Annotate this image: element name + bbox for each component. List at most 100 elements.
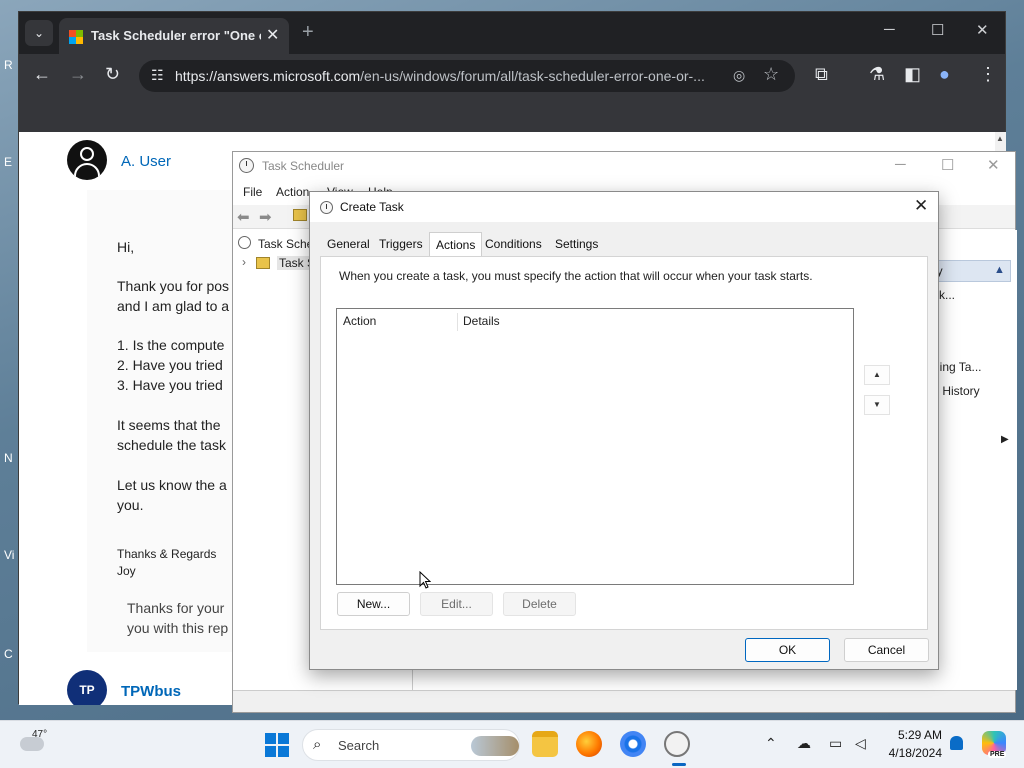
desktop-icon-label[interactable]: N (4, 451, 13, 465)
file-explorer-icon[interactable] (532, 731, 558, 757)
clock-icon (238, 236, 251, 249)
tab-conditions[interactable]: Conditions (485, 237, 542, 251)
avatar[interactable] (67, 140, 107, 180)
forward-arrow-icon[interactable]: ➡ (259, 208, 272, 226)
tab-search-button[interactable]: ⌄ (25, 20, 53, 46)
post-text: Joy (117, 564, 136, 578)
actions-instructions: When you create a task, you must specify… (339, 269, 813, 283)
post-text: Hi, (117, 239, 135, 255)
menu-action[interactable]: Action (276, 185, 309, 199)
task-scheduler-title: Task Scheduler (262, 159, 345, 173)
post-text: 1. Is the compute (117, 337, 225, 353)
tracking-blocked-icon[interactable]: ◎ (733, 67, 745, 84)
firefox-icon[interactable] (576, 731, 602, 757)
weather-temperature[interactable]: 47° (32, 729, 47, 740)
desktop-icon-label[interactable]: R (4, 58, 13, 72)
status-bar (233, 690, 1015, 712)
new-action-button[interactable]: New... (337, 592, 410, 616)
tab-title: Task Scheduler error "One or m (91, 28, 261, 43)
post-text: Let us know the a (117, 477, 227, 493)
desktop-icon-label[interactable]: C (4, 647, 13, 661)
extensions-icon[interactable]: ⧉ (815, 64, 828, 85)
scroll-up-icon[interactable]: ▲ (996, 134, 1004, 143)
back-arrow-icon[interactable]: ⬅ (237, 208, 250, 226)
quote-text: Thanks for your (127, 600, 225, 616)
collapse-caret-icon[interactable]: ▲ (994, 264, 1005, 276)
minimize-button[interactable]: ─ (895, 156, 906, 173)
move-up-button[interactable]: ▲ (864, 365, 890, 385)
maximize-button[interactable]: ☐ (941, 156, 954, 174)
post-text: It seems that the (117, 417, 221, 433)
expand-chevron-icon[interactable]: › (242, 255, 246, 269)
address-bar[interactable]: ☷ https://answers.microsoft.com/en-us/wi… (139, 60, 795, 92)
maximize-button[interactable]: ☐ (931, 21, 944, 39)
actions-tab-panel: When you create a task, you must specify… (320, 256, 928, 630)
browser-tab[interactable]: Task Scheduler error "One or m ✕ (59, 18, 289, 54)
chrome-icon[interactable] (620, 731, 646, 757)
task-scheduler-titlebar[interactable]: Task Scheduler ─ ☐ ✕ (233, 152, 1015, 180)
close-button[interactable]: ✕ (976, 21, 989, 39)
back-button[interactable]: ← (33, 64, 51, 85)
submenu-arrow-icon[interactable]: ▶ (1001, 434, 1009, 445)
forward-button[interactable]: → (69, 64, 87, 85)
author-name[interactable]: A. User (121, 153, 171, 170)
url-text[interactable]: https://answers.microsoft.com/en-us/wind… (175, 68, 735, 84)
reload-button[interactable]: ↻ (105, 64, 120, 85)
move-down-button[interactable]: ▼ (864, 395, 890, 415)
actions-pane-item[interactable]: s History (933, 384, 980, 398)
post-text: Thank you for pos (117, 278, 230, 294)
create-task-dialog: Create Task ✕ General Triggers Actions C… (309, 191, 939, 670)
actions-list[interactable]: Action Details (336, 308, 854, 585)
reply-author-name[interactable]: TPWbus (121, 683, 181, 700)
tab-actions[interactable]: Actions (429, 232, 483, 257)
labs-flask-icon[interactable]: ⚗ (869, 64, 885, 85)
tab-settings[interactable]: Settings (555, 237, 598, 251)
new-tab-button[interactable]: + (302, 21, 314, 44)
start-windows-icon[interactable] (265, 733, 289, 757)
side-panel-icon[interactable]: ◧ (904, 64, 921, 85)
show-hidden-icons-chevron-icon[interactable]: ⌃ (765, 735, 777, 752)
up-folder-icon[interactable] (293, 209, 307, 221)
notification-bell-icon[interactable] (950, 736, 963, 750)
volume-icon[interactable]: ◁ (855, 735, 866, 752)
minimize-button[interactable]: ─ (884, 21, 895, 38)
dialog-title: Create Task (340, 200, 404, 214)
search-highlight-image[interactable] (471, 736, 519, 756)
menu-kebab-icon[interactable]: ⋮ (979, 64, 997, 85)
post-text: and I am glad to a (117, 298, 230, 314)
tab-strip: ⌄ Task Scheduler error "One or m ✕ + ─ ☐… (19, 12, 1005, 54)
column-divider[interactable] (457, 313, 458, 331)
desktop-icon-label[interactable]: Vi (4, 548, 14, 562)
bookmark-star-icon[interactable]: ☆ (763, 64, 779, 85)
column-header-action[interactable]: Action (343, 314, 376, 328)
tab-close-icon[interactable]: ✕ (266, 25, 279, 45)
search-label: Search (338, 738, 380, 753)
ok-button[interactable]: OK (745, 638, 830, 662)
tree-item-task-scheduler[interactable]: Task Sche (258, 237, 313, 251)
profile-icon[interactable]: ● (939, 64, 950, 85)
tab-triggers[interactable]: Triggers (379, 237, 423, 251)
desktop-icon-label[interactable]: E (4, 155, 12, 169)
site-info-icon[interactable]: ☷ (151, 67, 164, 84)
column-header-details[interactable]: Details (463, 314, 500, 328)
dialog-close-icon[interactable]: ✕ (914, 196, 928, 216)
tab-general[interactable]: General (327, 237, 370, 251)
post-text: 2. Have you tried (117, 357, 223, 373)
actions-pane-item[interactable]: ning Ta... (933, 360, 981, 374)
post-text: you. (117, 497, 144, 513)
edit-action-button[interactable]: Edit... (420, 592, 493, 616)
menu-file[interactable]: File (243, 185, 262, 199)
cancel-button[interactable]: Cancel (844, 638, 929, 662)
microsoft-favicon-icon (69, 30, 83, 44)
reply-avatar[interactable]: TP (67, 670, 107, 705)
dialog-titlebar[interactable]: Create Task ✕ (310, 192, 938, 222)
clock-date[interactable]: 4/18/2024 (884, 746, 942, 760)
delete-action-button[interactable]: Delete (503, 592, 576, 616)
onedrive-cloud-icon[interactable]: ☁ (797, 735, 811, 752)
display-icon[interactable]: ▭ (829, 735, 842, 752)
clock-time[interactable]: 5:29 AM (896, 728, 942, 742)
task-scheduler-clock-icon[interactable] (664, 731, 690, 766)
taskbar-search[interactable]: ⌕ Search (302, 729, 520, 761)
close-button[interactable]: ✕ (987, 156, 1000, 174)
folder-icon (256, 257, 270, 269)
